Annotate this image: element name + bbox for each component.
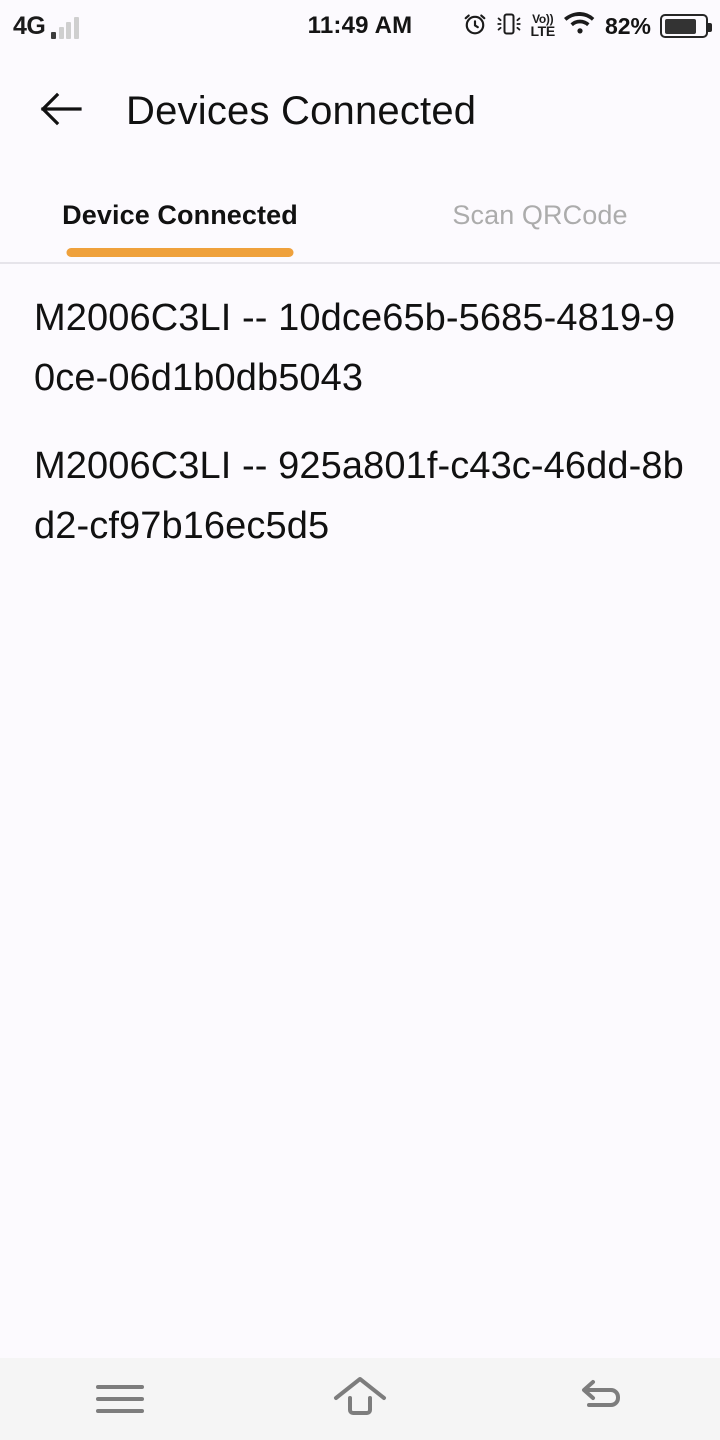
- tab-device-connected-label: Device Connected: [62, 200, 298, 230]
- device-list: M2006C3LI -- 10dce65b-5685-4819-90ce-06d…: [0, 264, 720, 1358]
- back-button[interactable]: [22, 72, 100, 150]
- app-bar: Devices Connected: [0, 52, 720, 170]
- recents-button[interactable]: [0, 1358, 240, 1440]
- home-icon: [332, 1374, 388, 1425]
- menu-icon: [96, 1385, 144, 1413]
- tab-device-connected[interactable]: Device Connected: [0, 170, 360, 262]
- list-item[interactable]: M2006C3LI -- 925a801f-c43c-46dd-8bd2-cf9…: [0, 422, 720, 570]
- status-bar: 4G 11:49 AM Vo)) LTE 82%: [0, 0, 720, 52]
- list-item[interactable]: M2006C3LI -- 10dce65b-5685-4819-90ce-06d…: [0, 274, 720, 422]
- tab-bar: Device Connected Scan QRCode: [0, 170, 720, 262]
- arrow-left-icon: [38, 89, 84, 134]
- tab-scan-qrcode-label: Scan QRCode: [452, 200, 628, 230]
- system-navigation-bar: [0, 1358, 720, 1440]
- back-arrow-icon: [575, 1375, 625, 1424]
- tab-active-indicator: [66, 248, 294, 257]
- page-title: Devices Connected: [126, 88, 477, 133]
- status-bar-clock: 11:49 AM: [307, 12, 413, 39]
- battery-icon: [660, 14, 712, 38]
- tab-scan-qrcode[interactable]: Scan QRCode: [360, 170, 720, 262]
- back-button-nav[interactable]: [480, 1358, 720, 1440]
- home-button[interactable]: [240, 1358, 480, 1440]
